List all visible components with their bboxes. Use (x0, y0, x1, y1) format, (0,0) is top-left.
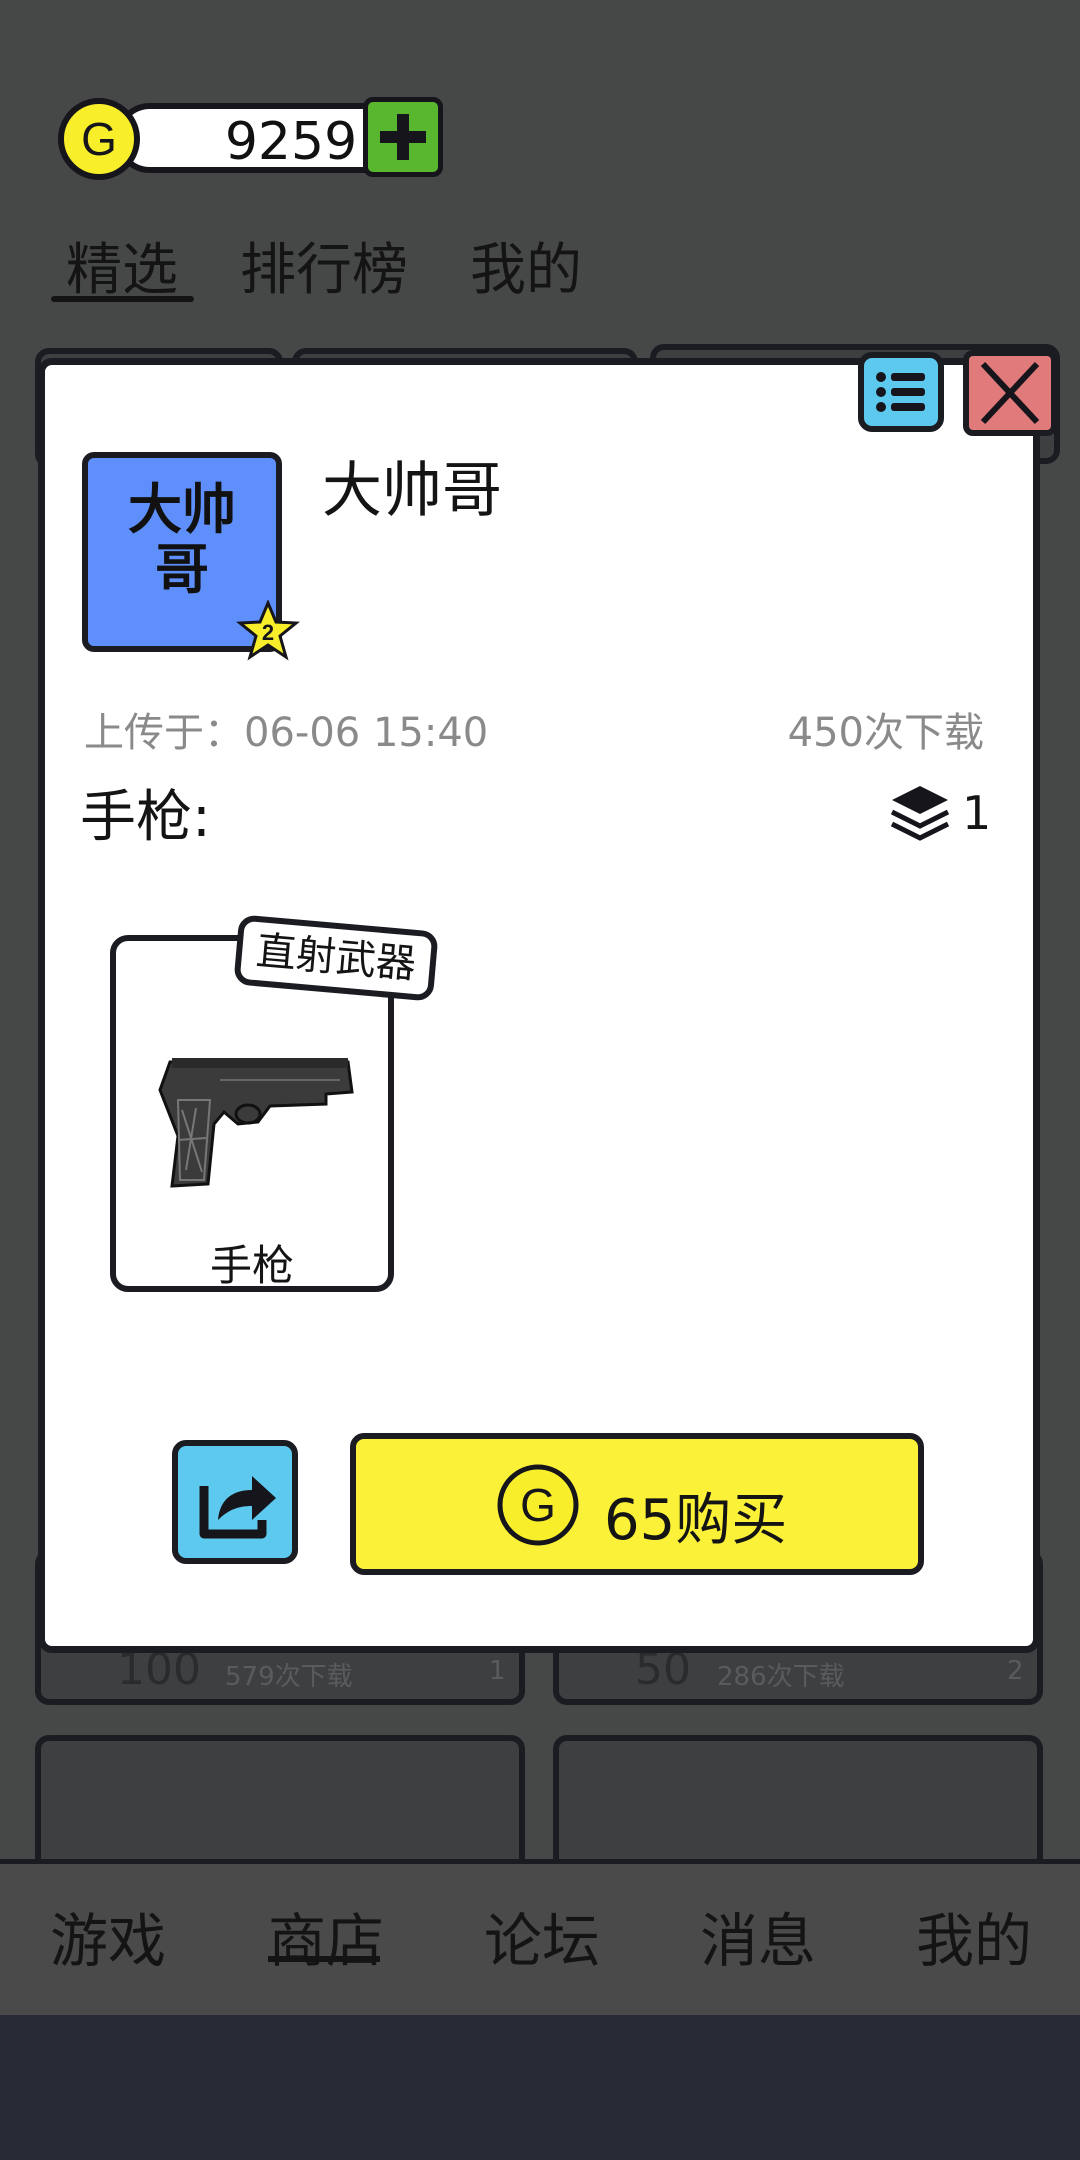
svg-text:G: G (81, 113, 117, 165)
share-icon (199, 1476, 276, 1539)
author-name: 大帅哥 (322, 456, 502, 526)
card-layers: 1 (489, 1656, 506, 1686)
nav-messages[interactable]: 消息 (700, 1894, 816, 1978)
plus-icon (380, 114, 426, 160)
list-icon (876, 372, 925, 412)
close-icon (980, 361, 1040, 425)
card-downloads: 579次下载 (225, 1662, 353, 1692)
active-nav-underline (268, 1956, 380, 1962)
card-layers: 2 (1007, 1656, 1024, 1686)
level-value: 2 (262, 620, 274, 645)
item-name: 手枪 (209, 1241, 294, 1290)
card-downloads: 286次下载 (717, 1662, 845, 1692)
nav-games[interactable]: 游戏 (50, 1894, 166, 1978)
system-navigation-bar (0, 2015, 1080, 2160)
nav-forum[interactable]: 论坛 (484, 1894, 600, 1978)
gold-coin-icon: G (497, 1464, 579, 1546)
nav-profile[interactable]: 我的 (916, 1894, 1032, 1978)
upload-time: 上传于：06-06 15:40 (84, 710, 489, 756)
tab-mine[interactable]: 我的 (470, 225, 582, 306)
share-button[interactable] (172, 1440, 298, 1564)
buy-button[interactable]: G 65购买 (350, 1433, 924, 1575)
level-star-icon: 2 (236, 600, 300, 661)
tab-ranking[interactable]: 排行榜 (240, 225, 408, 306)
avatar-text: 大帅哥 (128, 478, 236, 601)
coin-balance-value: 9259 (224, 112, 358, 172)
list-button[interactable] (858, 352, 944, 432)
category-title: 手枪: (80, 785, 211, 850)
coin-balance-bar: 9259 G (55, 95, 445, 183)
buy-label: 65购买 (604, 1488, 788, 1553)
add-coins-button[interactable] (363, 97, 443, 177)
gold-coin-icon: G (58, 98, 140, 180)
svg-text:G: G (520, 1479, 556, 1531)
active-tab-underline (51, 296, 194, 302)
pistol-image (158, 1058, 354, 1188)
download-count: 450次下载 (787, 710, 984, 756)
nav-shop[interactable]: 商店 (268, 1894, 384, 1978)
bottom-navigation: 游戏 商店 论坛 消息 我的 (0, 1859, 1080, 2015)
close-button[interactable] (963, 350, 1057, 436)
layers-icon (890, 786, 950, 841)
tab-featured[interactable]: 精选 (66, 225, 178, 306)
layer-count: 1 (962, 786, 992, 840)
